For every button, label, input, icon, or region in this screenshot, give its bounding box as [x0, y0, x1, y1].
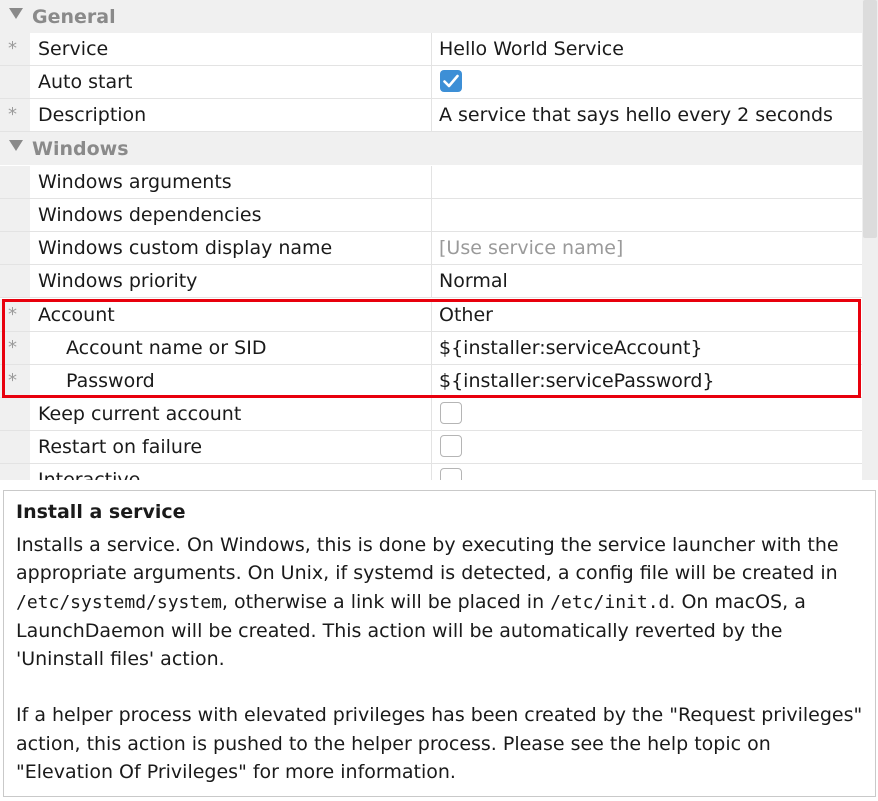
property-name: Keep current account — [38, 403, 242, 425]
scrollbar-thumb[interactable] — [863, 0, 877, 238]
help-paragraph: Installs a service. On Windows, this is … — [16, 531, 863, 673]
interactive-checkbox[interactable] — [440, 468, 462, 480]
property-name: Restart on failure — [38, 436, 203, 458]
property-value-placeholder[interactable]: [Use service name] — [439, 232, 623, 264]
property-name: Auto start — [38, 71, 133, 93]
property-row-description[interactable]: * Description A service that says hello … — [0, 99, 862, 132]
property-name: Windows custom display name — [38, 237, 333, 259]
category-windows[interactable]: Windows — [0, 132, 862, 165]
checkmark-icon — [443, 74, 459, 88]
row-gutter — [0, 431, 30, 463]
property-row-password[interactable]: * Password ${installer:servicePassword} — [0, 365, 862, 398]
row-gutter: * — [0, 33, 30, 65]
row-gutter: * — [0, 365, 30, 397]
restart-on-failure-checkbox[interactable] — [440, 435, 462, 457]
property-row-interactive[interactable]: Interactive — [0, 464, 862, 480]
property-row-restart-on-failure[interactable]: Restart on failure — [0, 431, 862, 464]
keep-current-account-checkbox[interactable] — [440, 402, 462, 424]
property-row-windows-custom-display-name[interactable]: Windows custom display name [Use service… — [0, 232, 862, 265]
required-marker: * — [8, 337, 17, 358]
required-marker: * — [8, 38, 17, 59]
property-row-service[interactable]: * Service Hello World Service — [0, 33, 862, 66]
property-grid: General * Service Hello World Service Au… — [0, 0, 862, 480]
row-gutter — [0, 232, 30, 264]
required-marker: * — [8, 370, 17, 391]
property-row-windows-priority[interactable]: Windows priority Normal — [0, 265, 862, 298]
property-name: Account — [38, 304, 115, 326]
vertical-scrollbar[interactable] — [862, 0, 878, 480]
collapse-triangle-icon[interactable] — [9, 140, 23, 151]
help-title: Install a service — [16, 501, 186, 523]
row-gutter — [0, 464, 30, 480]
required-marker: * — [8, 304, 17, 325]
row-gutter — [0, 66, 30, 98]
property-value[interactable]: Other — [439, 299, 493, 331]
property-value[interactable]: Hello World Service — [439, 33, 624, 65]
help-paragraph: If a helper process with elevated privil… — [16, 704, 863, 784]
row-gutter — [0, 265, 30, 297]
help-panel: Install a service Installs a service. On… — [3, 490, 876, 797]
category-label: General — [32, 5, 116, 28]
help-text: Installs a service. On Windows, this is … — [16, 534, 839, 585]
property-row-account[interactable]: * Account Other — [0, 299, 862, 332]
property-value[interactable]: A service that says hello every 2 second… — [439, 99, 833, 131]
help-code-path: /etc/systemd/system — [16, 591, 222, 613]
property-name: Windows arguments — [38, 171, 232, 193]
property-name: Password — [66, 370, 155, 392]
property-row-windows-dependencies[interactable]: Windows dependencies — [0, 199, 862, 232]
auto-start-checkbox[interactable] — [440, 70, 462, 92]
row-gutter — [0, 166, 30, 198]
row-gutter: * — [0, 99, 30, 131]
property-name: Interactive — [38, 469, 141, 480]
help-code-path: /etc/init.d — [550, 591, 670, 613]
property-value[interactable]: Normal — [439, 265, 508, 297]
property-row-auto-start[interactable]: Auto start — [0, 66, 862, 99]
help-text: , otherwise a link will be placed in — [221, 590, 551, 613]
property-value[interactable]: ${installer:serviceAccount} — [439, 332, 702, 364]
row-gutter: * — [0, 332, 30, 364]
property-row-account-name[interactable]: * Account name or SID ${installer:servic… — [0, 332, 862, 365]
row-gutter: * — [0, 299, 30, 331]
row-gutter — [0, 398, 30, 430]
property-row-windows-arguments[interactable]: Windows arguments — [0, 166, 862, 199]
property-name: Account name or SID — [66, 337, 267, 359]
category-general[interactable]: General — [0, 0, 862, 33]
property-row-keep-current-account[interactable]: Keep current account — [0, 398, 862, 431]
collapse-triangle-icon[interactable] — [9, 8, 23, 19]
property-name: Windows priority — [38, 270, 198, 292]
property-value[interactable]: ${installer:servicePassword} — [439, 365, 715, 397]
row-gutter — [0, 199, 30, 231]
property-name: Windows dependencies — [38, 204, 262, 226]
category-label: Windows — [32, 137, 129, 160]
property-name: Service — [38, 38, 109, 60]
required-marker: * — [8, 104, 17, 125]
property-name: Description — [38, 104, 147, 126]
